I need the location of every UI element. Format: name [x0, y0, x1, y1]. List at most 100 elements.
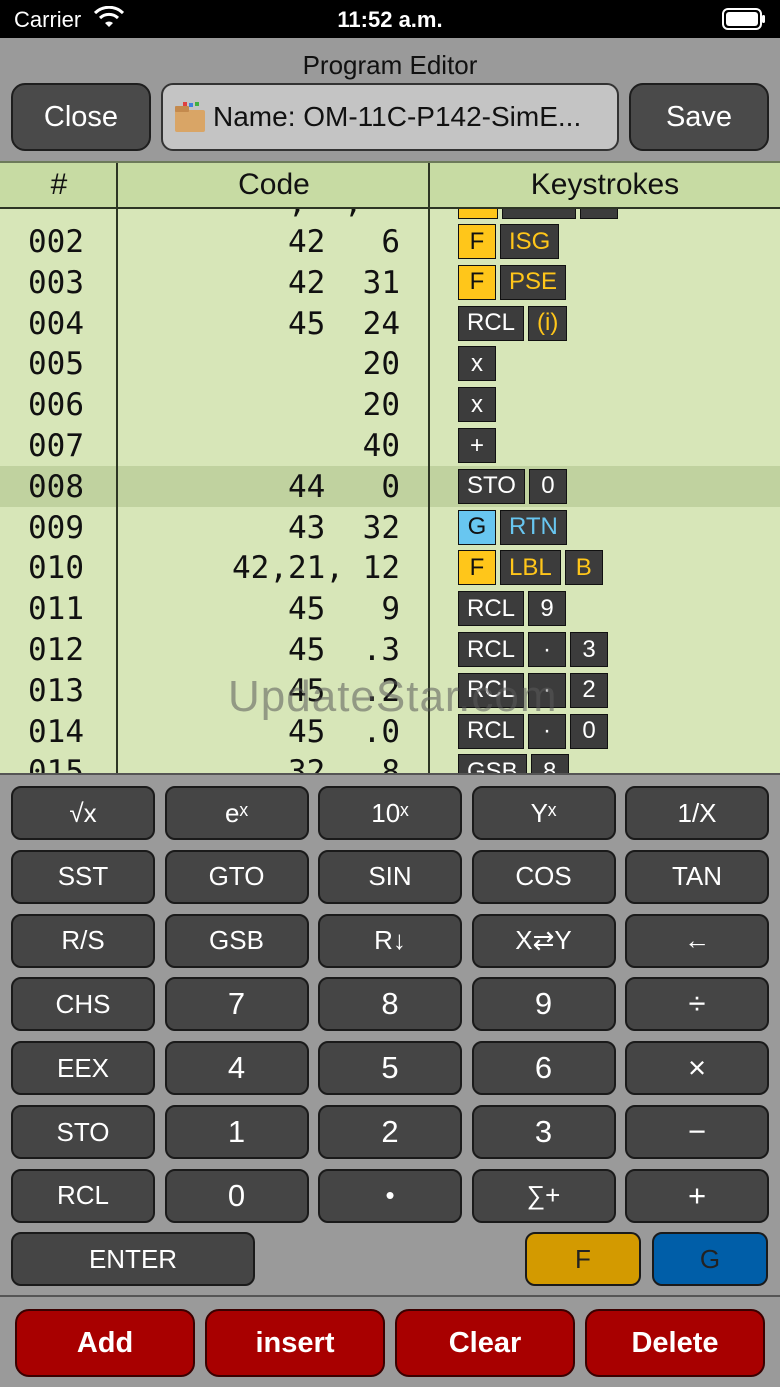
keystroke-chip: 3 [570, 632, 609, 667]
digit-5-key[interactable]: 5 [318, 1041, 462, 1096]
step-code: 20 [362, 346, 400, 383]
delete-button[interactable]: Delete [585, 1309, 765, 1377]
step-code: 45 24 [288, 305, 400, 342]
keystroke-chip: RCL [458, 632, 525, 667]
step-code: 42,21, 12 [232, 550, 400, 587]
keystroke-chip: 2 [570, 672, 609, 708]
keystroke-chip: 0 [528, 468, 567, 504]
reciprocal-key[interactable]: 1/X [625, 786, 769, 840]
step-keystrokes: RCL · 3 [458, 632, 609, 667]
eex-key[interactable]: EEX [11, 1041, 155, 1096]
step-code: 43 32 [288, 509, 400, 546]
program-name-field[interactable]: Name: OM-11C-P142-SimE... [161, 83, 619, 151]
step-keystrokes: x [458, 387, 496, 423]
keystroke-chip: · [528, 632, 567, 667]
save-button[interactable]: Save [629, 83, 769, 151]
backspace-key[interactable]: ← [625, 913, 769, 968]
exp-key[interactable]: eˣ [164, 786, 309, 840]
gsb-key[interactable]: GSB [164, 913, 309, 968]
digit-1-key[interactable]: 1 [164, 1105, 309, 1159]
column-header-number: # [50, 168, 68, 201]
digit-2-key[interactable]: 2 [318, 1105, 462, 1159]
subtract-key[interactable]: − [625, 1105, 769, 1159]
keystroke-chip: 8 [530, 754, 569, 773]
watermark: UpdateStar.com [228, 672, 558, 721]
f-shift-key[interactable]: F [525, 1232, 641, 1286]
divide-key[interactable]: ÷ [625, 977, 769, 1032]
status-bar: Carrier 11:52 a.m. [0, 0, 780, 38]
gto-key[interactable]: GTO [164, 849, 309, 904]
run-stop-key[interactable]: R/S [11, 913, 155, 968]
add-key[interactable]: + [625, 1168, 769, 1223]
sst-key[interactable]: SST [11, 849, 155, 904]
sto-key[interactable]: STO [11, 1105, 155, 1159]
digit-7-key[interactable]: 7 [164, 977, 309, 1032]
keystroke-chip: B [564, 550, 603, 586]
digit-0-key[interactable]: 0 [164, 1168, 309, 1223]
y-power-key[interactable]: Yˣ [471, 786, 616, 840]
digit-4-key[interactable]: 4 [164, 1041, 309, 1096]
decimal-key[interactable]: • [318, 1168, 462, 1223]
sqrt-key[interactable]: √x [11, 786, 155, 840]
multiply-key[interactable]: × [625, 1041, 769, 1096]
step-code: 42 31 [288, 264, 400, 301]
step-keystrokes: + [458, 428, 496, 463]
step-code: 20 [362, 387, 400, 424]
step-number: 007 [28, 428, 84, 464]
step-number: 005 [28, 346, 84, 383]
step-number: 003 [28, 264, 84, 301]
calculator-keypad: ENTER F G √x eˣ 10ˣ Yˣ 1/X SST GTO SIN COS TAN R/S… [0, 773, 780, 1295]
tan-key[interactable]: TAN [625, 849, 769, 904]
step-number: 010 [28, 550, 84, 587]
step-keystrokes: G RTN [458, 509, 567, 545]
step-keystrokes: STO 0 [458, 468, 567, 504]
digit-6-key[interactable]: 6 [471, 1041, 616, 1096]
insert-button[interactable]: insert [205, 1309, 385, 1377]
column-header-keystrokes: Keystrokes [530, 168, 680, 201]
step-code: 32 8 [288, 754, 400, 773]
step-number: 013 [28, 672, 84, 709]
cos-key[interactable]: COS [471, 849, 616, 904]
digit-8-key[interactable]: 8 [318, 977, 462, 1032]
ten-power-key[interactable]: 10ˣ [318, 786, 462, 840]
step-code: 42 6 [288, 224, 400, 260]
keystroke-chip: F [458, 550, 496, 586]
page-title: Program Editor [302, 50, 478, 80]
g-shift-key[interactable]: G [652, 1232, 768, 1286]
battery-icon [722, 8, 765, 30]
enter-key[interactable]: ENTER [11, 1232, 255, 1286]
step-code: 45 9 [288, 591, 400, 628]
step-keystrokes: RCL 9 [458, 591, 567, 627]
digit-3-key[interactable]: 3 [471, 1105, 616, 1159]
folder-icon [175, 102, 205, 132]
keystroke-chip: x [458, 346, 496, 382]
step-keystrokes: F LBL B [458, 550, 603, 586]
swap-xy-key[interactable]: X⇄Y [471, 913, 616, 968]
chs-key[interactable]: CHS [11, 977, 155, 1032]
sigma-plus-key[interactable]: ∑+ [471, 1168, 616, 1223]
keystroke-chip: RCL [458, 305, 525, 341]
keystroke-chip: G [458, 509, 496, 545]
sin-key[interactable]: SIN [318, 849, 462, 904]
step-keystrokes: x [458, 346, 496, 382]
step-number: 011 [28, 591, 84, 628]
keystroke-chip: RCL [458, 591, 525, 627]
step-number: 014 [28, 713, 84, 750]
add-button[interactable]: Add [15, 1309, 195, 1377]
step-code: 40 [362, 428, 400, 464]
roll-down-key[interactable]: R↓ [318, 913, 462, 968]
keystroke-chip: PSE [500, 264, 567, 300]
clear-button[interactable]: Clear [395, 1309, 575, 1377]
digit-9-key[interactable]: 9 [471, 977, 616, 1032]
keystroke-chip: + [458, 428, 496, 463]
editor-header: Program Editor Close Name: OM-11C-P142-S… [0, 38, 780, 161]
step-number: 015 [28, 754, 84, 773]
step-number: 008 [28, 468, 84, 505]
close-button[interactable]: Close [11, 83, 151, 151]
step-number: 012 [28, 632, 84, 668]
step-keystrokes: F ISG [458, 224, 560, 259]
rcl-key[interactable]: RCL [11, 1168, 155, 1223]
action-bar: Add insert Clear Delete [0, 1295, 780, 1387]
step-code: 44 0 [288, 468, 400, 505]
step-keystrokes: F PSE [458, 264, 567, 300]
